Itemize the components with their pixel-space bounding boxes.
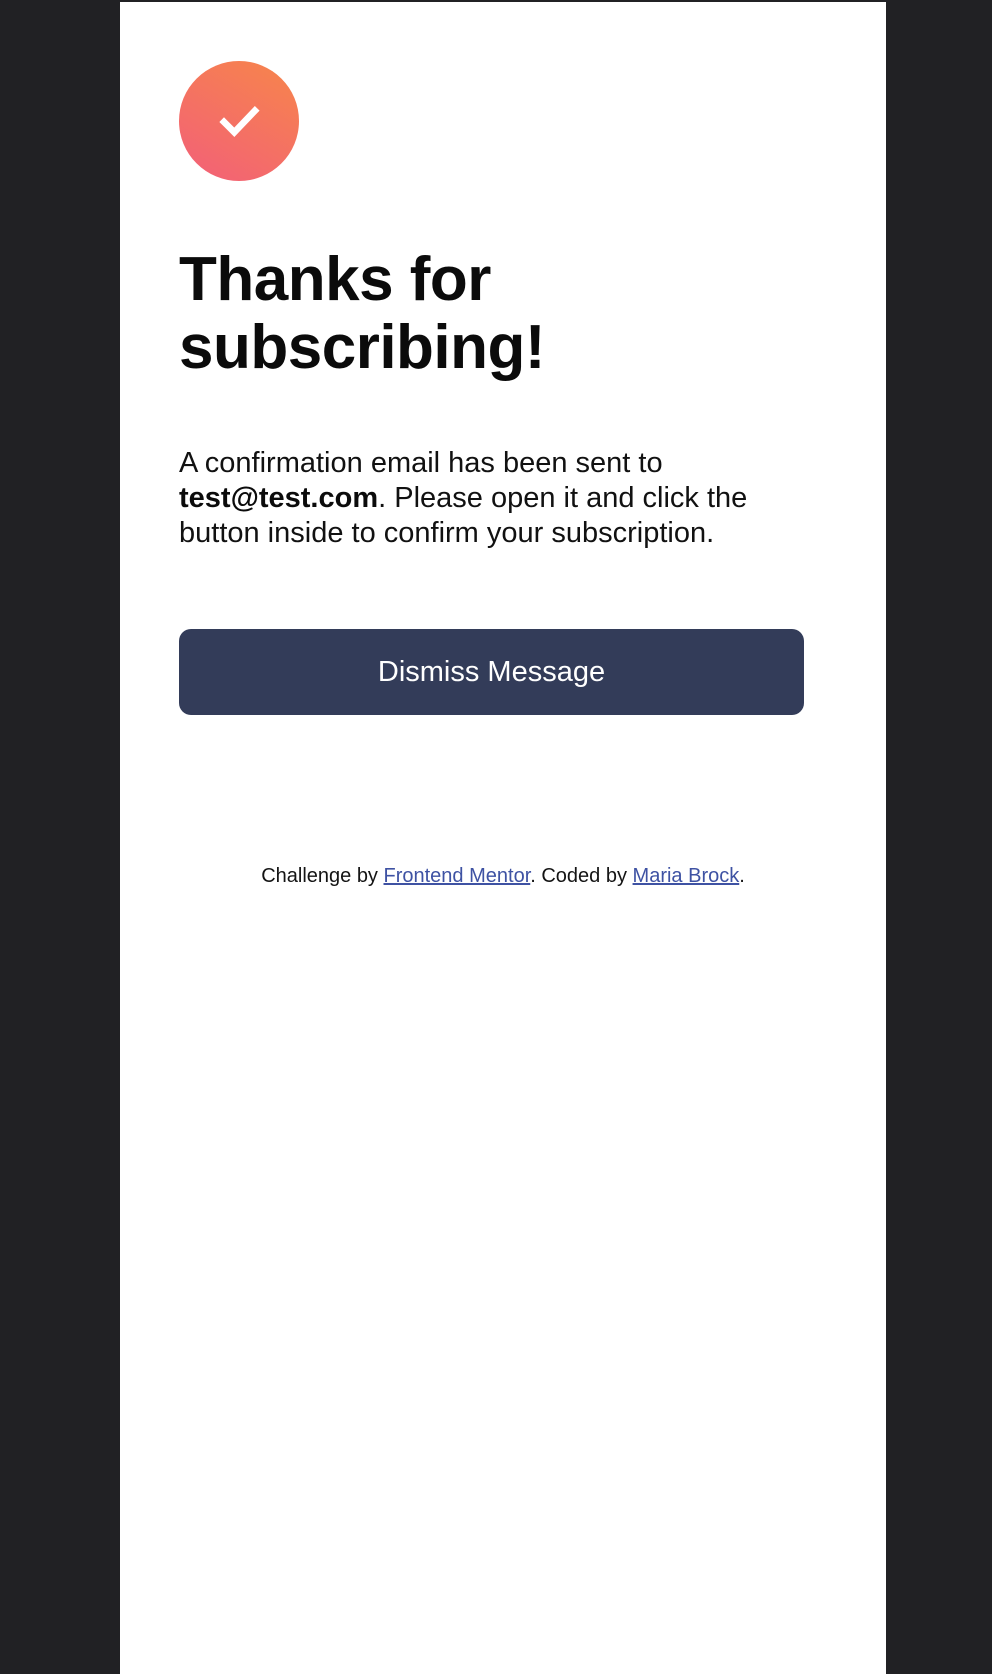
success-card: Thanks for subscribing! A confirmation e… (120, 2, 886, 1674)
footer-suffix: . (739, 865, 745, 887)
checkmark-icon (219, 106, 260, 137)
page-title: Thanks for subscribing! (179, 246, 699, 382)
frontend-mentor-link[interactable]: Frontend Mentor (384, 865, 531, 887)
dismiss-message-button[interactable]: Dismiss Message (179, 629, 804, 715)
title-line-2: subscribing! (179, 313, 546, 382)
challenge-prefix: Challenge by (261, 865, 384, 887)
title-line-1: Thanks for (179, 245, 491, 314)
coded-prefix: . Coded by (530, 865, 633, 887)
attribution-footer: Challenge by Frontend Mentor. Coded by M… (120, 863, 886, 889)
confirmation-message: A confirmation email has been sent to te… (179, 446, 819, 551)
maria-brock-link[interactable]: Maria Brock (633, 865, 740, 887)
success-icon (179, 61, 299, 181)
message-prefix: A confirmation email has been sent to (179, 447, 663, 479)
email-address: test@test.com (179, 482, 379, 514)
